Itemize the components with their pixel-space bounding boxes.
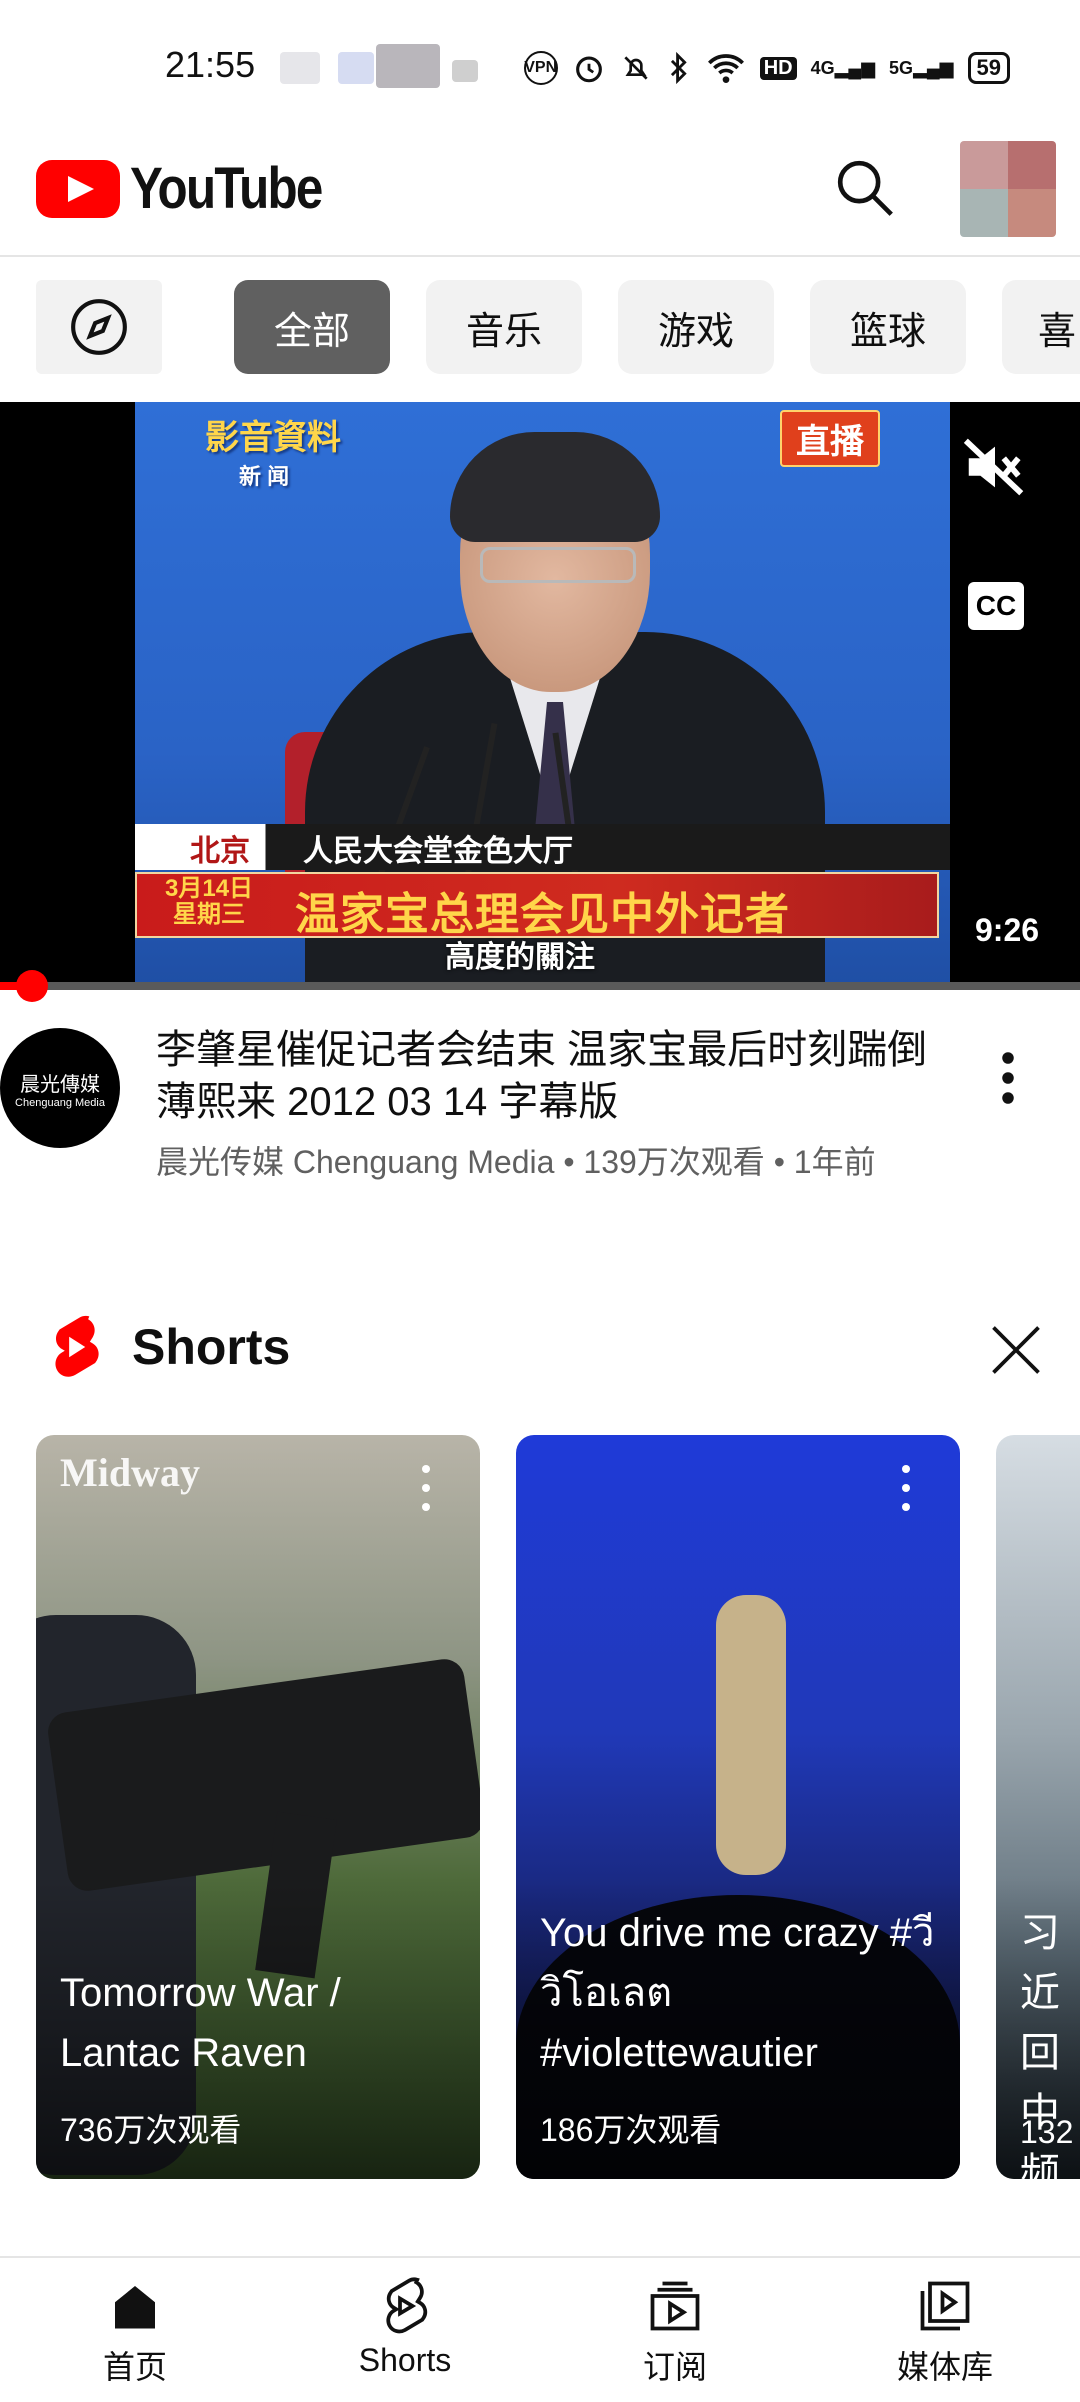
chip-all[interactable]: 全部 — [234, 280, 390, 374]
short-title: Tomorrow War / Lantac Raven — [60, 1971, 341, 2075]
nav-subscriptions[interactable]: 订阅 — [575, 2276, 775, 2396]
progress-track[interactable] — [0, 982, 1080, 990]
close-shorts-button[interactable] — [986, 1320, 1046, 1380]
home-icon — [115, 2286, 155, 2329]
account-avatar[interactable] — [960, 141, 1056, 237]
location-label: 北京 — [190, 835, 250, 868]
nav-library[interactable]: 媒体库 — [845, 2276, 1045, 2396]
search-icon — [837, 160, 893, 216]
category-chips: 全部 音乐 游戏 篮球 喜 — [0, 258, 1080, 398]
captions-button[interactable]: CC — [968, 582, 1024, 630]
short-views: 736万次观看 — [60, 2112, 242, 2148]
short-card[interactable]: 习近 回中 频 132 — [996, 1435, 1080, 2179]
youtube-logo[interactable]: YouTube — [36, 155, 355, 222]
live-badge: 直播 — [780, 410, 880, 467]
battery-icon: 59 — [967, 52, 1010, 84]
mute-button[interactable] — [960, 432, 1030, 502]
short-more-icon[interactable] — [420, 1463, 432, 1513]
subscriptions-icon — [650, 2281, 700, 2331]
bottom-navigation: 首页 Shorts 订阅 媒体库 — [0, 2256, 1080, 2402]
shorts-shelf-header: Shorts — [0, 1290, 1080, 1390]
short-title: You drive me crazy #วีวิโอเลต #violettew… — [540, 1911, 935, 2075]
status-time: 21:55 — [165, 44, 256, 85]
status-bar: 21:55 VPN HD 4G ▂▄▆ 5G ▂▄▆ 59 — [0, 0, 1080, 135]
blurred-notification-icon — [280, 52, 320, 84]
video-meta: 晨光传媒 Chenguang Media • 139万次观看 • 1年前 — [156, 1144, 876, 1180]
nav-home[interactable]: 首页 — [35, 2276, 235, 2396]
chip-more[interactable]: 喜 — [1002, 280, 1080, 374]
video-more-button[interactable] — [990, 1048, 1026, 1108]
library-icon — [920, 2281, 970, 2331]
blurred-notification-icon — [452, 60, 478, 82]
mute-bell-icon — [620, 52, 652, 84]
blurred-notification-icon — [376, 44, 440, 88]
channel-avatar[interactable]: 晨光傳媒 Chenguang Media — [0, 1028, 120, 1148]
short-views: 186万次观看 — [540, 2112, 722, 2148]
chip-gaming[interactable]: 游戏 — [618, 280, 774, 374]
chip-music[interactable]: 音乐 — [426, 280, 582, 374]
video-info[interactable]: 晨光傳媒 Chenguang Media 李肇星催促记者会结束 温家宝最后时刻踹… — [0, 1000, 1080, 1250]
shorts-icon — [386, 2277, 428, 2334]
video-player[interactable]: 影音資料 新 闻 直播 北京 人民大会堂金色大厅 3月14日 星期三 温家宝总理… — [0, 402, 1080, 1002]
shorts-logo-icon — [40, 1312, 110, 1382]
hd-icon: HD — [759, 56, 797, 80]
video-frame: 影音資料 新 闻 直播 北京 人民大会堂金色大厅 3月14日 星期三 温家宝总理… — [135, 402, 950, 984]
bluetooth-icon — [666, 51, 692, 85]
short-watermark: Midway — [60, 1450, 200, 1495]
status-icons: VPN HD 4G ▂▄▆ 5G ▂▄▆ 59 — [523, 48, 1010, 88]
alarm-icon — [572, 51, 606, 85]
chip-basketball[interactable]: 篮球 — [810, 280, 966, 374]
video-title[interactable]: 李肇星催促记者会结束 温家宝最后时刻踹倒薄熙来 2012 03 14 字幕版 — [156, 1024, 946, 1128]
app-name: YouTube — [130, 156, 323, 221]
app-header: YouTube — [0, 135, 1080, 257]
short-card[interactable]: Midway Tomorrow War / Lantac Raven 736万次… — [36, 1435, 480, 2179]
nav-shorts[interactable]: Shorts — [305, 2276, 505, 2396]
video-subtitle: 高度的關注 — [445, 941, 595, 974]
vpn-icon: VPN — [523, 51, 558, 85]
shorts-title: Shorts — [132, 1319, 291, 1375]
short-more-icon[interactable] — [900, 1463, 912, 1513]
blurred-notification-icon — [338, 52, 374, 84]
date-label: 3月14日 星期三 — [165, 875, 254, 928]
video-duration: 9:26 — [975, 912, 1040, 948]
venue-label: 人民大会堂金色大厅 — [303, 835, 573, 868]
5g-signal-icon: 5G ▂▄▆ — [889, 57, 954, 78]
4g-signal-icon: 4G ▂▄▆ — [810, 57, 876, 78]
wifi-icon — [706, 51, 746, 85]
more-vert-icon — [1002, 1052, 1014, 1104]
search-button[interactable] — [830, 153, 900, 223]
volume-off-icon — [963, 438, 1024, 496]
close-icon — [992, 1326, 1040, 1374]
news-logo: 影音資料 新 闻 — [205, 419, 341, 489]
play-logo-icon — [36, 159, 120, 218]
compass-icon — [71, 299, 127, 355]
progress-scrubber[interactable] — [16, 970, 48, 1002]
explore-chip[interactable] — [36, 280, 162, 374]
short-views: 132 — [1020, 2114, 1074, 2150]
short-card[interactable]: You drive me crazy #วีวิโอเลต #violettew… — [516, 1435, 960, 2179]
